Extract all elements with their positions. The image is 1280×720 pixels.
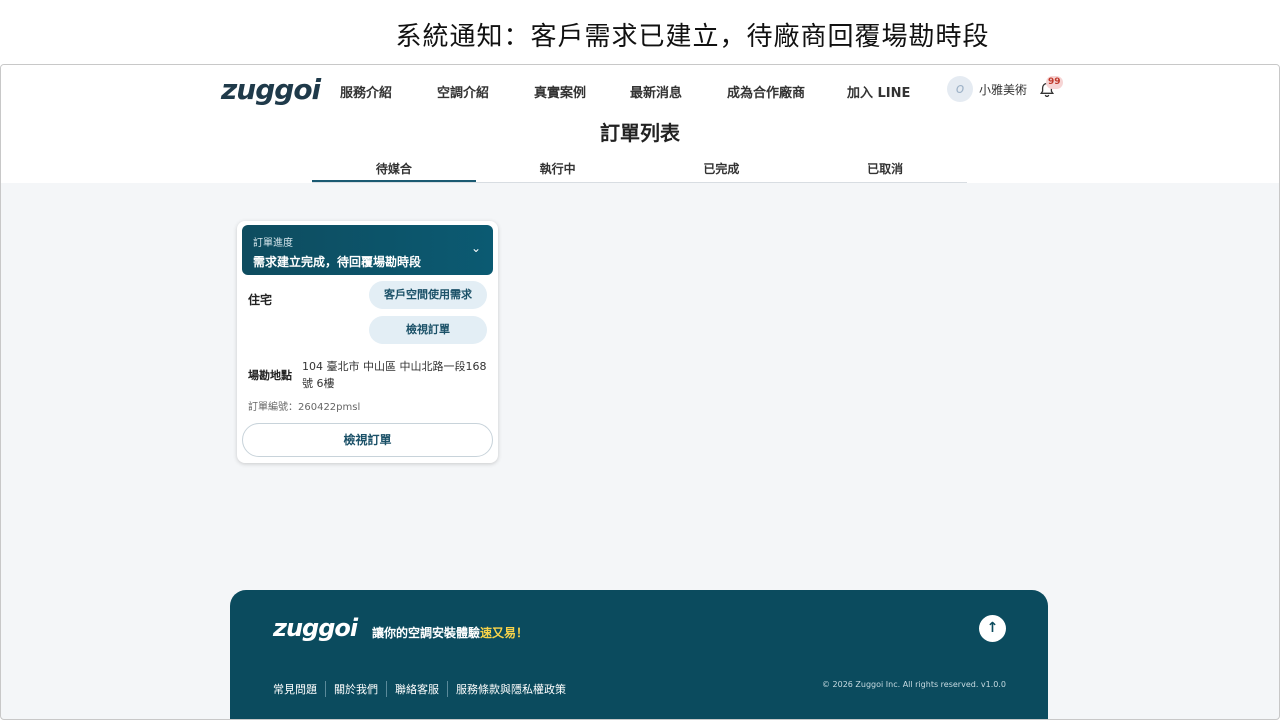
arrow-up-icon[interactable]: ↑ [979, 615, 1006, 642]
footer-logo[interactable]: zuggoi [273, 614, 358, 642]
address-label: 場勘地點 [248, 369, 292, 382]
footer-link-terms[interactable]: 服務條款與隱私權政策 [447, 681, 574, 697]
footer-link-contact[interactable]: 聯絡客服 [386, 681, 447, 697]
tagline-highlight: 速又易！ [480, 626, 529, 640]
view-order-small-button[interactable]: 檢視訂單 [369, 316, 487, 344]
nav-partner[interactable]: 成為合作廠商 [727, 82, 805, 101]
chevron-down-icon: ⌄ [470, 241, 481, 255]
view-order-button[interactable]: 檢視訂單 [242, 423, 493, 457]
nav-service[interactable]: 服務介紹 [340, 82, 392, 101]
order-number: 訂單編號：260422pmsl [248, 402, 361, 413]
footer-link-faq[interactable]: 常見問題 [273, 681, 325, 697]
tab-in-progress[interactable]: 執行中 [476, 157, 640, 182]
tab-pending[interactable]: 待媒合 [312, 157, 476, 182]
order-progress-header[interactable]: 訂單進度 需求建立完成，待回覆場勘時段 ⌄ [242, 225, 493, 275]
nav-aircon[interactable]: 空調介紹 [437, 82, 489, 101]
slide-title: 系統通知：客戶需求已建立，待廠商回覆場勘時段 [395, 22, 990, 52]
nav-line[interactable]: 加入 LINE [847, 82, 910, 101]
page-title: 訂單列表 [600, 121, 680, 145]
tab-completed[interactable]: 已完成 [640, 157, 804, 182]
property-type: 住宅 [248, 293, 273, 307]
browser-window: zuggoi 服務介紹 空調介紹 真實案例 最新消息 成為合作廠商 加入 LIN… [0, 64, 1280, 720]
address-value: 104 臺北市 中山區 中山北路一段168號 6樓 [302, 360, 487, 390]
user-menu[interactable]: o 小雅美術 [947, 76, 1027, 102]
footer-link-about[interactable]: 關於我們 [325, 681, 386, 697]
order-tabs: 待媒合 執行中 已完成 已取消 [312, 157, 967, 183]
nav-news[interactable]: 最新消息 [630, 82, 682, 101]
notification-badge: 99 [1046, 76, 1063, 89]
avatar: o [947, 76, 973, 102]
footer: zuggoi 讓你的空調安裝體驗速又易！ ↑ 常見問題 關於我們 聯絡客服 服務… [230, 590, 1048, 719]
copyright: © 2026 Zuggoi Inc. All rights reserved. … [821, 680, 1006, 689]
tab-cancelled[interactable]: 已取消 [803, 157, 967, 182]
tagline-prefix: 讓你的空調安裝體驗 [372, 626, 481, 640]
order-status: 需求建立完成，待回覆場勘時段 [253, 255, 422, 269]
footer-tagline: 讓你的空調安裝體驗速又易！ [372, 624, 528, 641]
header: zuggoi 服務介紹 空調介紹 真實案例 最新消息 成為合作廠商 加入 LIN… [1, 65, 1279, 183]
logo[interactable]: zuggoi [221, 73, 321, 106]
user-name: 小雅美術 [979, 82, 1028, 97]
footer-links: 常見問題 關於我們 聯絡客服 服務條款與隱私權政策 [273, 681, 574, 697]
customer-needs-button[interactable]: 客戶空間使用需求 [369, 281, 487, 309]
order-card: 訂單進度 需求建立完成，待回覆場勘時段 ⌄ 住宅 客戶空間使用需求 檢視訂單 場… [237, 221, 498, 463]
progress-label: 訂單進度 [253, 238, 293, 249]
nav-cases[interactable]: 真實案例 [534, 82, 586, 101]
